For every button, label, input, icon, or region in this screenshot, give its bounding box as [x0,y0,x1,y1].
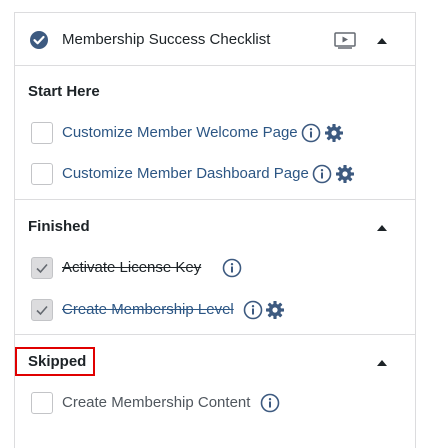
item-label: Activate License Key [62,259,202,276]
list-item: Customize Member Dashboard Page [31,163,401,187]
section-finished: Finished Activate License Key Create Mem… [15,201,415,335]
video-icon[interactable] [334,32,356,49]
info-icon[interactable] [312,164,332,184]
info-icon[interactable] [301,123,321,143]
checklist-header[interactable]: Membership Success Checklist [15,13,415,66]
section-start-here: Start Here Customize Member Welcome Page [15,67,415,200]
item-link[interactable]: Create Membership Level [62,301,234,318]
list-item: Customize Member Welcome Page [31,122,401,146]
info-icon[interactable] [260,393,280,413]
checkbox-checked[interactable] [31,299,53,321]
section-title: Start Here [28,83,100,100]
section-skipped: Skipped Create Membership Content [15,336,415,448]
checkbox[interactable] [31,122,53,144]
checkbox-checked[interactable] [31,257,53,279]
item-label: Create Membership Content [62,394,251,411]
caret-up-icon[interactable] [377,225,387,231]
info-icon[interactable] [222,258,242,278]
info-icon[interactable] [243,300,263,320]
checkmark-icon [36,305,48,316]
checkbox[interactable] [31,392,53,414]
list-item: Activate License Key [31,257,401,281]
gear-icon[interactable] [265,300,285,320]
gear-icon[interactable] [335,164,355,184]
checkmark-icon [36,263,48,274]
list-item: Create Membership Content [31,392,401,416]
checklist-panel: Membership Success Checklist Start Here … [14,12,416,448]
item-link[interactable]: Customize Member Welcome Page [62,124,298,141]
section-title: Skipped [28,353,87,370]
check-circle-icon [30,31,48,49]
item-link[interactable]: Customize Member Dashboard Page [62,165,309,182]
caret-up-icon[interactable] [377,38,387,44]
checklist-title: Membership Success Checklist [62,31,271,48]
section-title: Finished [28,218,90,235]
gear-icon[interactable] [324,123,344,143]
list-item: Create Membership Level [31,299,401,323]
checkbox[interactable] [31,163,53,185]
caret-up-icon[interactable] [377,360,387,366]
